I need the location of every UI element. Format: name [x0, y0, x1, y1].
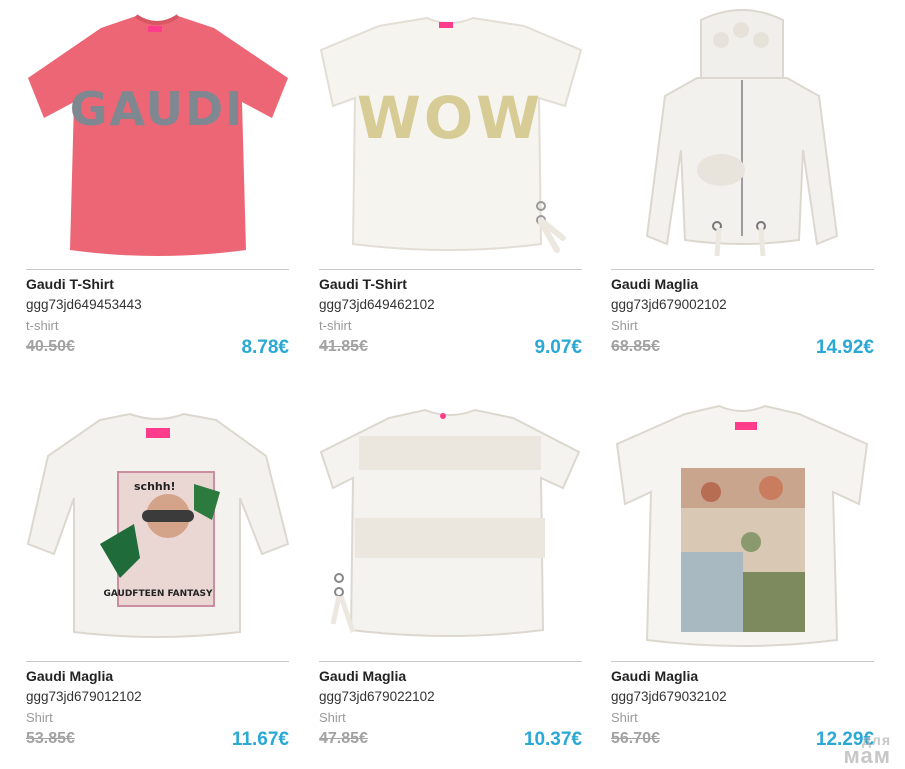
product-name[interactable]: Gaudi T-Shirt — [319, 276, 407, 292]
divider — [26, 661, 289, 662]
sale-price: 14.92€ — [815, 337, 874, 358]
sale-price: 9.07€ — [534, 337, 582, 358]
old-price: 56.70€ — [611, 730, 660, 747]
divider — [611, 661, 874, 662]
product-code: ggg73jd679002102 — [611, 297, 727, 312]
product-card[interactable]: GAUDI Gaudi T-Shirt ggg73jd649453443 t-s… — [26, 0, 289, 370]
product-category: t-shirt — [26, 318, 59, 333]
product-image[interactable] — [611, 0, 874, 260]
product-image[interactable] — [319, 392, 582, 652]
product-image[interactable]: schhh! GAUDFTEEN FANTASY — [26, 392, 289, 652]
product-card[interactable]: schhh! GAUDFTEEN FANTASY Gaudi Maglia gg… — [26, 392, 289, 762]
divider — [319, 269, 582, 270]
product-image[interactable]: GAUDI — [26, 0, 289, 260]
divider — [611, 269, 874, 270]
product-category: Shirt — [319, 710, 346, 725]
product-code: ggg73jd679012102 — [26, 689, 142, 704]
product-category: Shirt — [611, 318, 638, 333]
product-code: ggg73jd679022102 — [319, 689, 435, 704]
divider — [26, 269, 289, 270]
watermark-bottom: мам — [843, 743, 891, 768]
product-name[interactable]: Gaudi Maglia — [611, 276, 698, 292]
old-price: 40.50€ — [26, 338, 75, 355]
product-category: Shirt — [26, 710, 53, 725]
print-bottom-text: GAUDFTEEN FANTASY — [103, 589, 213, 599]
product-category: Shirt — [611, 710, 638, 725]
product-card[interactable]: Gaudi Maglia ggg73jd679032102 Shirt 56.7… — [611, 392, 874, 762]
old-price: 41.85€ — [319, 338, 368, 355]
product-name[interactable]: Gaudi T-Shirt — [26, 276, 114, 292]
watermark: для мам — [843, 733, 892, 768]
product-code: ggg73jd649453443 — [26, 297, 142, 312]
product-name[interactable]: Gaudi Maglia — [26, 668, 113, 684]
product-code: ggg73jd679032102 — [611, 689, 727, 704]
old-price: 53.85€ — [26, 730, 75, 747]
divider — [319, 661, 582, 662]
tee-print-text: GAUDI — [70, 82, 245, 136]
product-card[interactable]: Gaudi Maglia ggg73jd679022102 Shirt 47.8… — [319, 392, 582, 762]
product-name[interactable]: Gaudi Maglia — [319, 668, 406, 684]
product-category: t-shirt — [319, 318, 352, 333]
product-card[interactable]: WOW Gaudi T-Shirt ggg73jd649462102 t-shi… — [319, 0, 582, 370]
sale-price: 8.78€ — [241, 337, 289, 358]
product-code: ggg73jd649462102 — [319, 297, 435, 312]
product-image[interactable] — [611, 392, 874, 652]
tee-print-text: WOW — [357, 84, 543, 152]
product-card[interactable]: Gaudi Maglia ggg73jd679002102 Shirt 68.8… — [611, 0, 874, 370]
product-grid: GAUDI Gaudi T-Shirt ggg73jd649453443 t-s… — [0, 0, 905, 769]
sale-price: 10.37€ — [523, 729, 582, 750]
sale-price: 11.67€ — [231, 729, 289, 750]
print-top-text: schhh! — [134, 480, 176, 493]
product-name[interactable]: Gaudi Maglia — [611, 668, 698, 684]
product-image[interactable]: WOW — [319, 0, 582, 260]
old-price: 47.85€ — [319, 730, 368, 747]
old-price: 68.85€ — [611, 338, 660, 355]
